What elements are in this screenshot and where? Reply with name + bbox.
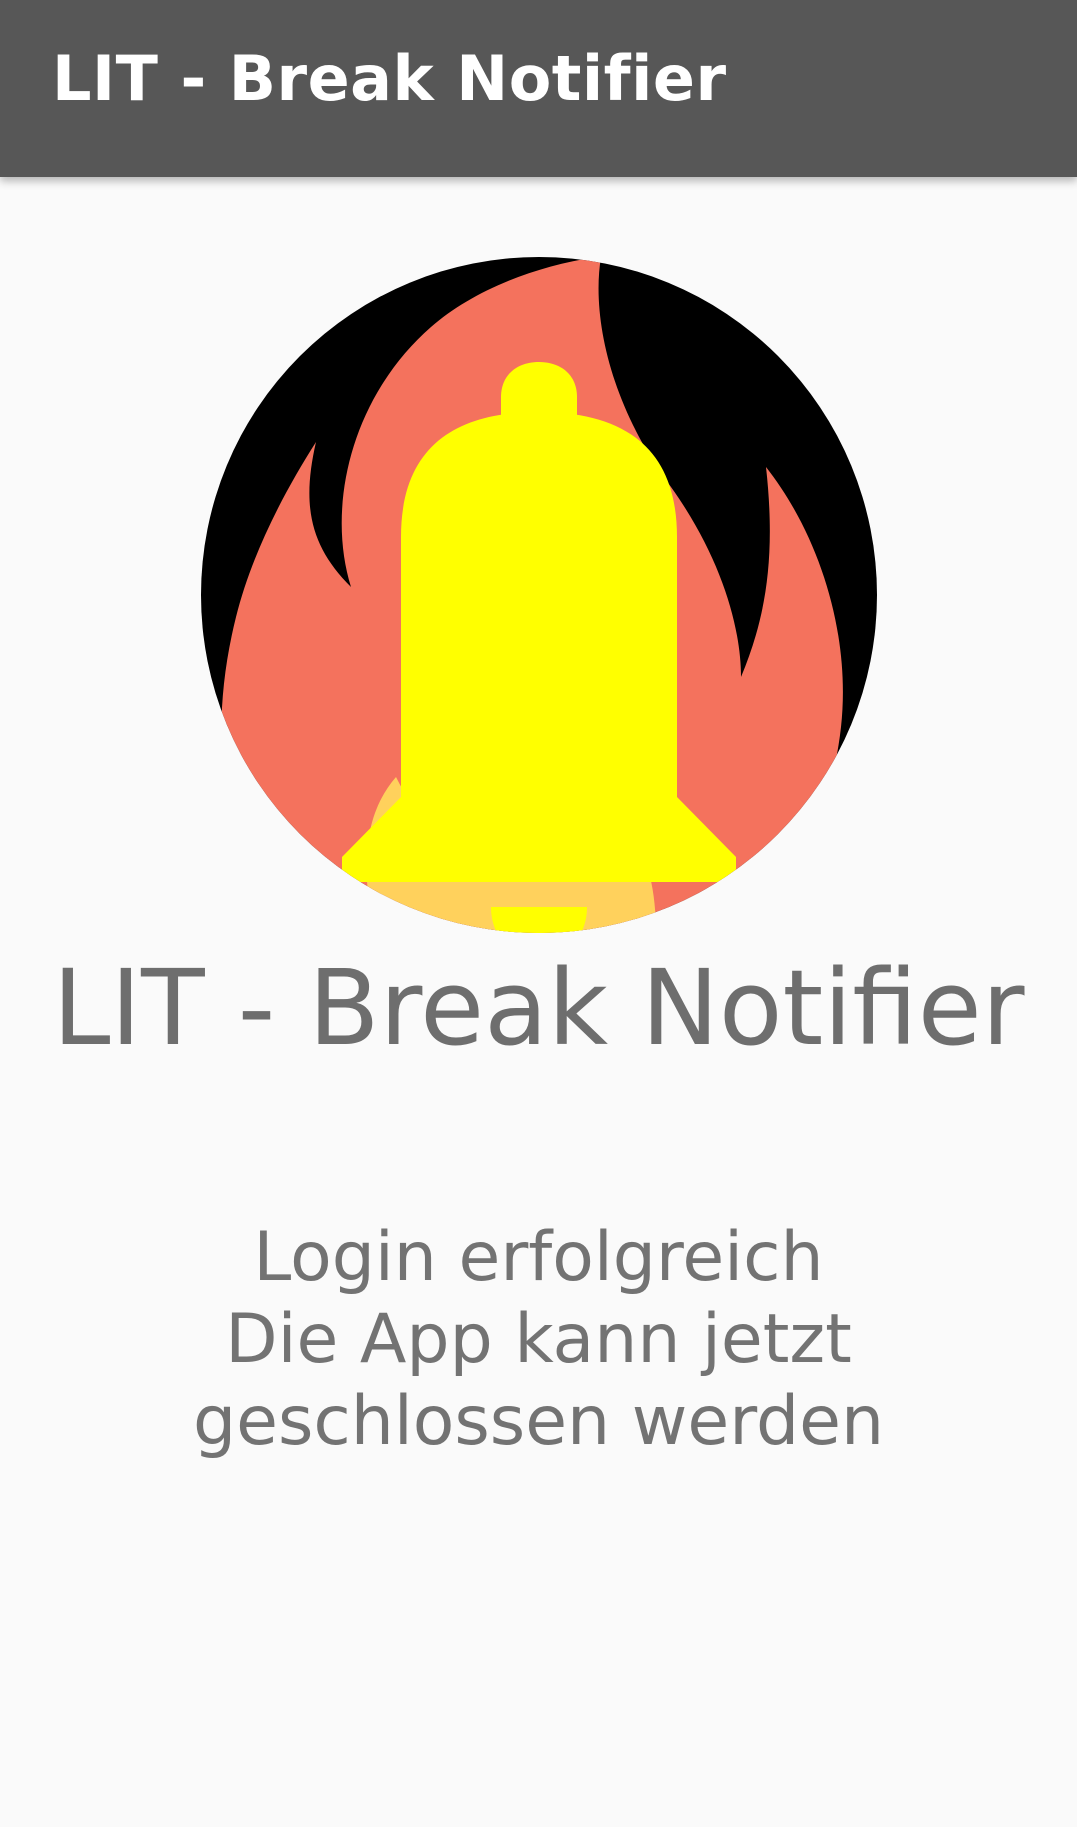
status-title: Login erfolgreich	[253, 1218, 824, 1297]
main-content: LIT - Break Notifier Login erfolgreich D…	[0, 177, 1077, 1827]
login-status: Login erfolgreich Die App kann jetzt ges…	[30, 1217, 1047, 1463]
flame-bell-logo-icon	[201, 257, 877, 933]
app-bar: LIT - Break Notifier	[0, 0, 1077, 177]
status-message: Die App kann jetzt geschlossen werden	[192, 1300, 885, 1461]
app-bar-title: LIT - Break Notifier	[52, 42, 727, 115]
app-name-heading: LIT - Break Notifier	[52, 947, 1025, 1069]
